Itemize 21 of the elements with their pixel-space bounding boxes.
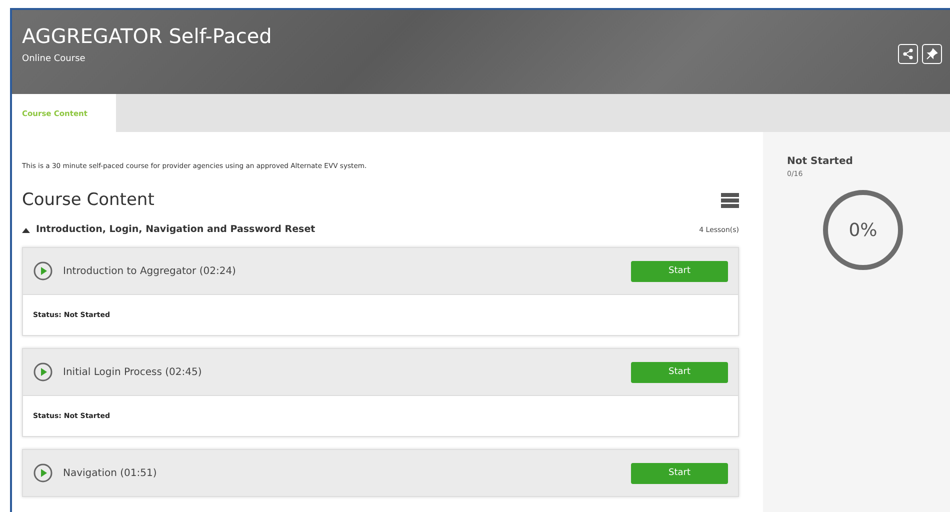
lesson-title: Navigation (01:51) — [63, 468, 157, 478]
lesson-title: Introduction to Aggregator (02:24) — [63, 266, 236, 276]
lesson-title: Initial Login Process (02:45) — [63, 366, 202, 378]
start-button[interactable]: Start — [631, 362, 728, 382]
start-button[interactable]: Start — [631, 462, 728, 484]
module-toggle[interactable]: Introduction, Login, Navigation and Password Reset — [22, 224, 316, 235]
section-heading: Course Content — [22, 190, 154, 210]
start-button[interactable]: Start — [631, 260, 728, 282]
share-icon — [902, 48, 914, 60]
pin-button[interactable] — [922, 44, 942, 64]
course-subtitle: Online Course — [22, 54, 86, 64]
share-button[interactable] — [898, 44, 918, 64]
progress-ring: 0% — [823, 190, 903, 270]
caret-icon — [22, 226, 30, 232]
play-icon — [33, 463, 53, 483]
play-icon — [33, 362, 53, 382]
course-title: AGGREGATOR Self-Paced — [22, 24, 272, 48]
list-view-icon[interactable] — [721, 192, 739, 208]
pin-icon — [926, 48, 938, 60]
progress-status: Not Started — [787, 156, 854, 167]
play-icon — [33, 261, 53, 281]
